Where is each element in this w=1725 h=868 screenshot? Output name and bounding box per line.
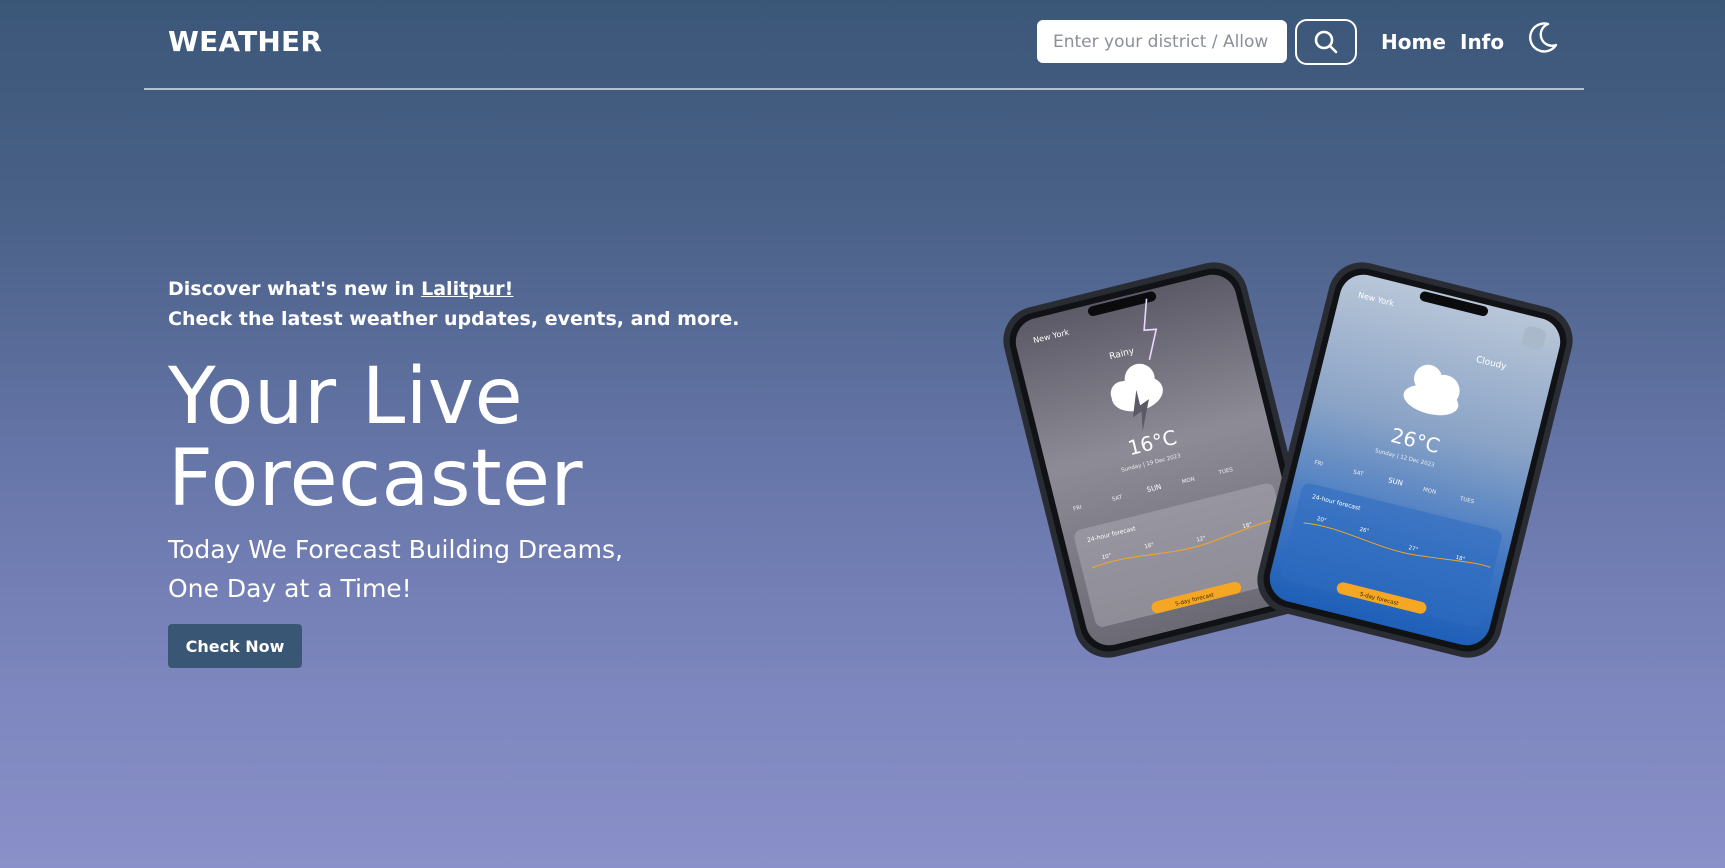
search-input[interactable]	[1037, 20, 1287, 63]
top-navbar: WEATHER Home Info	[144, 0, 1584, 90]
hero-section: Discover what's new in Lalitpur! Check t…	[168, 274, 868, 668]
phone-mockups-image: New York Rainy 16°C Sunday | 19 Dec 2023…	[1000, 262, 1573, 666]
hero-title: Your Live Forecaster	[168, 356, 868, 520]
nav-home-link[interactable]: Home	[1381, 30, 1446, 54]
tagline-prefix: Discover what's new in	[168, 278, 422, 300]
theme-toggle-button[interactable]	[1522, 18, 1562, 58]
hero-tagline: Discover what's new in Lalitpur! Check t…	[168, 274, 868, 334]
brand-logo[interactable]: WEATHER	[168, 25, 322, 58]
hero-subtitle-line1: Today We Forecast Building Dreams,	[168, 535, 623, 564]
tagline-line2: Check the latest weather updates, events…	[168, 308, 740, 330]
hero-subtitle: Today We Forecast Building Dreams, One D…	[168, 530, 868, 608]
hero-subtitle-line2: One Day at a Time!	[168, 574, 412, 603]
check-now-button[interactable]: Check Now	[168, 624, 302, 668]
phone-right: New York Cloudy 26°C Sunday | 12 Dec 202…	[1257, 262, 1573, 658]
hero-title-line2: Forecaster	[168, 434, 584, 524]
moon-icon	[1529, 22, 1558, 53]
hero-title-line1: Your Live	[168, 352, 524, 442]
search-button[interactable]	[1295, 19, 1357, 65]
nav-info-link[interactable]: Info	[1460, 30, 1504, 54]
search-icon	[1314, 30, 1338, 54]
city-link[interactable]: Lalitpur!	[421, 278, 513, 300]
